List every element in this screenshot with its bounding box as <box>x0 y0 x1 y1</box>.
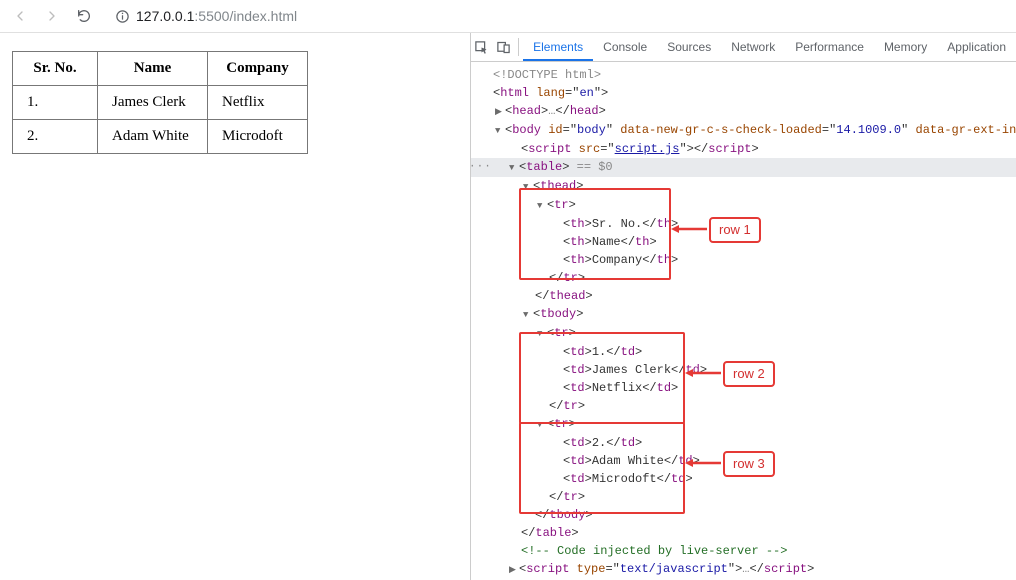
table-row: 2. Adam White Microdoft <box>13 120 308 154</box>
dom-tbody-close[interactable]: </tbody> <box>471 506 1016 524</box>
forward-button[interactable] <box>40 4 64 28</box>
table-header-cell: Sr. No. <box>13 52 98 86</box>
table-cell: 2. <box>13 120 98 154</box>
tab-console[interactable]: Console <box>593 33 657 61</box>
device-toggle-icon[interactable] <box>493 33 515 61</box>
dom-comment[interactable]: <!-- Code injected by live-server --> <box>471 542 1016 560</box>
dom-table-close[interactable]: </table> <box>471 524 1016 542</box>
dom-thead-open[interactable]: ▼<thead> <box>471 177 1016 196</box>
url-bar[interactable]: 127.0.0.1:5500/index.html <box>104 4 1008 28</box>
back-button[interactable] <box>8 4 32 28</box>
table-cell: Adam White <box>98 120 208 154</box>
info-icon <box>114 8 130 24</box>
table-cell: Microdoft <box>208 120 308 154</box>
table-header-cell: Name <box>98 52 208 86</box>
dom-head[interactable]: ▶<head>…</head> <box>471 102 1016 121</box>
tab-elements[interactable]: Elements <box>523 33 593 61</box>
dom-doctype[interactable]: <!DOCTYPE html> <box>471 66 1016 84</box>
url-text: 127.0.0.1:5500/index.html <box>136 8 297 24</box>
browser-toolbar: 127.0.0.1:5500/index.html <box>0 0 1016 33</box>
dom-body-open[interactable]: ▼<body id="body" data-new-gr-c-s-check-l… <box>471 121 1016 140</box>
tab-sources[interactable]: Sources <box>657 33 721 61</box>
dom-th[interactable]: <th>Company</th> <box>471 251 1016 269</box>
dom-tree[interactable]: <!DOCTYPE html> <html lang="en"> ▶<head>… <box>471 62 1016 580</box>
inspect-icon[interactable] <box>471 33 493 61</box>
dom-script-src[interactable]: <script src="script.js"></script> <box>471 140 1016 158</box>
url-port: :5500 <box>194 8 229 24</box>
devtools-tabs: Elements Console Sources Network Perform… <box>471 33 1016 62</box>
user-table: Sr. No. Name Company 1. James Clerk Netf… <box>12 51 308 154</box>
tab-memory[interactable]: Memory <box>874 33 937 61</box>
annotation-label-row3: row 3 <box>723 451 775 477</box>
dom-thead-close[interactable]: </thead> <box>471 287 1016 305</box>
annotation-label-row1: row 1 <box>709 217 761 243</box>
dom-td[interactable]: <td>1.</td> <box>471 343 1016 361</box>
tab-network[interactable]: Network <box>721 33 785 61</box>
dom-tr-open[interactable]: ▼<tr> <box>471 415 1016 434</box>
table-cell: James Clerk <box>98 86 208 120</box>
dom-tr-open[interactable]: ▼<tr> <box>471 196 1016 215</box>
dom-table-open[interactable]: ▼<table> == $0 <box>471 158 1016 177</box>
divider <box>518 38 519 56</box>
table-cell: 1. <box>13 86 98 120</box>
dom-html-open[interactable]: <html lang="en"> <box>471 84 1016 102</box>
url-path: /index.html <box>229 8 297 24</box>
table-header-row: Sr. No. Name Company <box>13 52 308 86</box>
tab-performance[interactable]: Performance <box>785 33 874 61</box>
page-content: Sr. No. Name Company 1. James Clerk Netf… <box>0 33 470 580</box>
dom-tr-close[interactable]: </tr> <box>471 269 1016 287</box>
table-cell: Netflix <box>208 86 308 120</box>
url-host: 127.0.0.1 <box>136 8 194 24</box>
table-row: 1. James Clerk Netflix <box>13 86 308 120</box>
dom-tbody-open[interactable]: ▼<tbody> <box>471 305 1016 324</box>
dom-script-inline[interactable]: ▶<script type="text/javascript">…</scrip… <box>471 560 1016 579</box>
table-header-cell: Company <box>208 52 308 86</box>
dom-td[interactable]: <td>2.</td> <box>471 434 1016 452</box>
dom-tr-close[interactable]: </tr> <box>471 488 1016 506</box>
dom-tr-close[interactable]: </tr> <box>471 397 1016 415</box>
dom-tr-open[interactable]: ▼<tr> <box>471 324 1016 343</box>
devtools-panel: Elements Console Sources Network Perform… <box>470 33 1016 580</box>
tab-application[interactable]: Application <box>937 33 1016 61</box>
annotation-label-row2: row 2 <box>723 361 775 387</box>
reload-button[interactable] <box>72 4 96 28</box>
